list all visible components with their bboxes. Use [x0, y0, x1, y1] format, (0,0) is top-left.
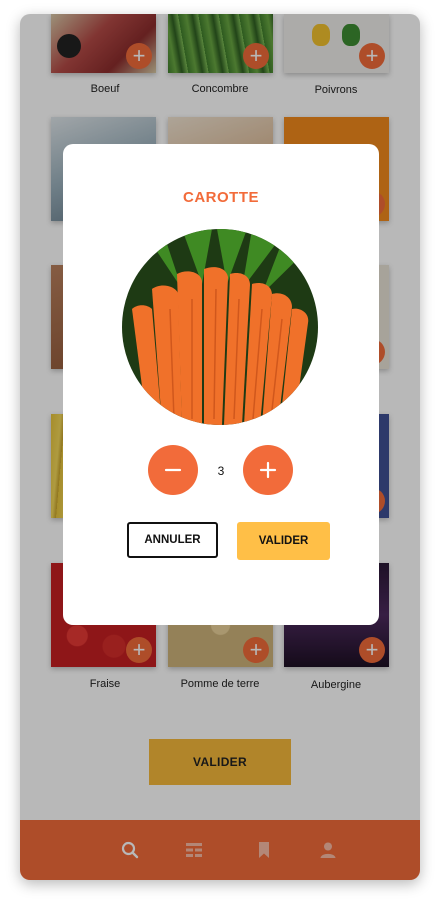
modal-title: CAROTTE — [183, 189, 259, 206]
carrot-image — [122, 229, 318, 425]
decrease-quantity-button[interactable] — [148, 445, 198, 495]
cancel-button[interactable]: ANNULER — [127, 522, 218, 558]
quantity-value: 3 — [217, 464, 225, 478]
modal-validate-button[interactable]: VALIDER — [237, 522, 330, 560]
quantity-modal: CAROTTE 3 ANNULER VALIDER — [63, 144, 379, 625]
app-screen: + Boeuf + Concombre + Poivrons + + + — [20, 14, 420, 880]
plus-icon — [259, 461, 277, 479]
increase-quantity-button[interactable] — [243, 445, 293, 495]
minus-icon — [164, 468, 182, 472]
